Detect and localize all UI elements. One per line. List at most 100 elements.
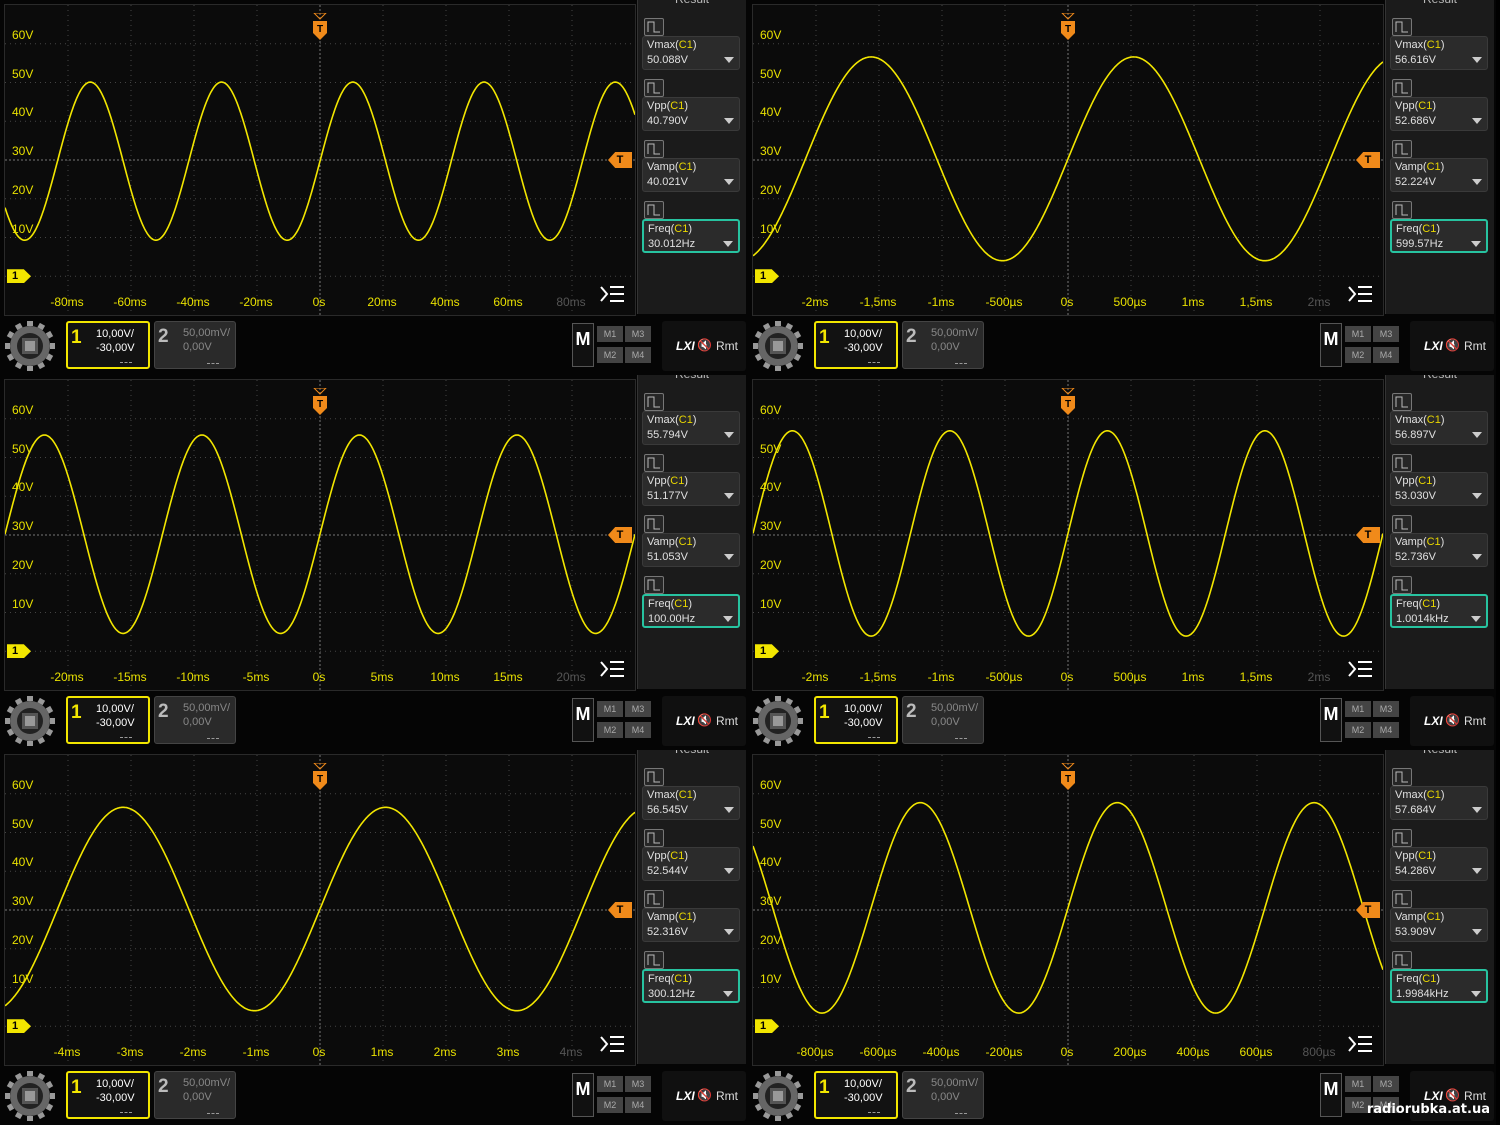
measurement-item-vmax[interactable]: Vmax(C1) 56.616V (1390, 16, 1488, 74)
math-button[interactable]: M (1320, 1073, 1342, 1117)
measurement-value-box[interactable]: Vpp(C1) 40.790V (642, 97, 740, 131)
trigger-position-marker[interactable]: T (312, 763, 328, 791)
measurement-item-freq[interactable]: Freq(C1) 300.12Hz (642, 949, 740, 1007)
math-m4-button[interactable]: M4 (625, 1097, 651, 1113)
math-m3-button[interactable]: M3 (625, 326, 651, 342)
menu-icon[interactable] (599, 658, 625, 680)
math-button[interactable]: M (1320, 698, 1342, 742)
waveform-grid[interactable]: 60V 50V 40V 30V 20V 10V -800µs -600µs -400µs -200… (752, 754, 1384, 1066)
chevron-down-icon[interactable] (724, 868, 734, 874)
measurement-value-box[interactable]: Vamp(C1) 52.736V (1390, 533, 1488, 567)
chevron-down-icon[interactable] (723, 991, 733, 997)
chevron-down-icon[interactable] (724, 929, 734, 935)
channel-2-button[interactable]: 2 50,00mV/0,00V (154, 321, 236, 369)
measurement-item-freq[interactable]: Freq(C1) 30.012Hz (642, 199, 740, 257)
measurement-item-freq[interactable]: Freq(C1) 1.9984kHz (1390, 949, 1488, 1007)
gear-icon[interactable] (2, 694, 58, 748)
math-m1-button[interactable]: M1 (597, 701, 623, 717)
measurement-item-vpp[interactable]: Vpp(C1) 54.286V (1390, 827, 1488, 885)
trigger-position-marker[interactable]: T (312, 13, 328, 41)
math-m4-button[interactable]: M4 (1373, 347, 1399, 363)
measurement-value-box[interactable]: Vamp(C1) 52.316V (642, 908, 740, 942)
chevron-down-icon[interactable] (1472, 432, 1482, 438)
speaker-muted-icon[interactable]: 🔇 (697, 1088, 712, 1102)
chevron-down-icon[interactable] (724, 493, 734, 499)
waveform-grid[interactable]: 60V 50V 40V 30V 20V 10V -4ms -3ms -2ms -1ms 0s 1ms 2… (4, 754, 636, 1066)
math-m2-button[interactable]: M2 (597, 347, 623, 363)
math-m3-button[interactable]: M3 (1373, 701, 1399, 717)
gear-icon[interactable] (750, 319, 806, 373)
measurement-item-vmax[interactable]: Vmax(C1) 55.794V (642, 391, 740, 449)
chevron-down-icon[interactable] (1472, 554, 1482, 560)
measurement-value-box[interactable]: Vpp(C1) 51.177V (642, 472, 740, 506)
measurement-value-box[interactable]: Vmax(C1) 56.616V (1390, 36, 1488, 70)
measurement-item-vamp[interactable]: Vamp(C1) 52.224V (1390, 138, 1488, 196)
chevron-down-icon[interactable] (724, 57, 734, 63)
channel-2-button[interactable]: 2 50,00mV/0,00V (154, 1071, 236, 1119)
measurement-value-box[interactable]: Vpp(C1) 52.686V (1390, 97, 1488, 131)
math-m1-button[interactable]: M1 (1345, 1076, 1371, 1092)
chevron-down-icon[interactable] (724, 118, 734, 124)
measurement-value-box[interactable]: Freq(C1) 30.012Hz (642, 219, 740, 253)
chevron-down-icon[interactable] (1472, 807, 1482, 813)
measurement-value-box[interactable]: Vpp(C1) 53.030V (1390, 472, 1488, 506)
measurement-value-box[interactable]: Vamp(C1) 52.224V (1390, 158, 1488, 192)
measurement-value-box[interactable]: Vmax(C1) 57.684V (1390, 786, 1488, 820)
waveform-grid[interactable]: 60V 50V 40V 30V 20V 10V -20ms -15ms -10ms -5ms 0s 5… (4, 379, 636, 691)
trigger-position-marker[interactable]: T (1060, 388, 1076, 416)
chevron-down-icon[interactable] (1471, 616, 1481, 622)
speaker-muted-icon[interactable]: 🔇 (697, 713, 712, 727)
channel-1-button[interactable]: 1 10,00V/ -30,00V (814, 321, 898, 369)
math-m4-button[interactable]: M4 (625, 722, 651, 738)
math-button[interactable]: M (572, 323, 594, 367)
measurement-item-vmax[interactable]: Vmax(C1) 56.545V (642, 766, 740, 824)
math-m2-button[interactable]: M2 (597, 1097, 623, 1113)
measurement-item-vpp[interactable]: Vpp(C1) 52.544V (642, 827, 740, 885)
math-button[interactable]: M (572, 698, 594, 742)
measurement-value-box[interactable]: Vmax(C1) 56.897V (1390, 411, 1488, 445)
menu-icon[interactable] (599, 283, 625, 305)
trigger-position-marker[interactable]: T (312, 388, 328, 416)
channel-2-button[interactable]: 2 50,00mV/0,00V (902, 321, 984, 369)
measurement-item-vamp[interactable]: Vamp(C1) 53.909V (1390, 888, 1488, 946)
chevron-down-icon[interactable] (1471, 241, 1481, 247)
channel-1-button[interactable]: 1 10,00V/ -30,00V (814, 1071, 898, 1119)
measurement-value-box[interactable]: Freq(C1) 1.9984kHz (1390, 969, 1488, 1003)
math-button[interactable]: M (1320, 323, 1342, 367)
math-m1-button[interactable]: M1 (1345, 701, 1371, 717)
measurement-value-box[interactable]: Vpp(C1) 52.544V (642, 847, 740, 881)
waveform-grid[interactable]: 60V 50V 40V 30V 20V 10V -2ms -1,5ms -1ms -500µs 0s… (752, 4, 1384, 316)
chevron-down-icon[interactable] (723, 241, 733, 247)
measurement-item-vamp[interactable]: Vamp(C1) 51.053V (642, 513, 740, 571)
measurement-item-vmax[interactable]: Vmax(C1) 57.684V (1390, 766, 1488, 824)
chevron-down-icon[interactable] (724, 432, 734, 438)
gear-icon[interactable] (2, 319, 58, 373)
channel-2-button[interactable]: 2 50,00mV/0,00V (902, 696, 984, 744)
measurement-item-vpp[interactable]: Vpp(C1) 53.030V (1390, 452, 1488, 510)
measurement-value-box[interactable]: Vamp(C1) 53.909V (1390, 908, 1488, 942)
measurement-value-box[interactable]: Vamp(C1) 40.021V (642, 158, 740, 192)
math-m1-button[interactable]: M1 (1345, 326, 1371, 342)
measurement-item-freq[interactable]: Freq(C1) 1.0014kHz (1390, 574, 1488, 632)
chevron-down-icon[interactable] (1472, 868, 1482, 874)
measurement-value-box[interactable]: Freq(C1) 300.12Hz (642, 969, 740, 1003)
measurement-item-vmax[interactable]: Vmax(C1) 56.897V (1390, 391, 1488, 449)
gear-icon[interactable] (750, 1069, 806, 1123)
gear-icon[interactable] (750, 694, 806, 748)
measurement-value-box[interactable]: Freq(C1) 1.0014kHz (1390, 594, 1488, 628)
math-button[interactable]: M (572, 1073, 594, 1117)
channel-1-button[interactable]: 1 10,00V/ -30,00V (66, 1071, 150, 1119)
chevron-down-icon[interactable] (724, 807, 734, 813)
math-m4-button[interactable]: M4 (625, 347, 651, 363)
menu-icon[interactable] (599, 1033, 625, 1055)
measurement-value-box[interactable]: Freq(C1) 100.00Hz (642, 594, 740, 628)
math-m1-button[interactable]: M1 (597, 326, 623, 342)
waveform-grid[interactable]: 60V 50V 40V 30V 20V 10V -2ms -1,5ms -1ms -500µs 0s… (752, 379, 1384, 691)
chevron-down-icon[interactable] (1472, 179, 1482, 185)
measurement-item-vmax[interactable]: Vmax(C1) 50.088V (642, 16, 740, 74)
chevron-down-icon[interactable] (1472, 118, 1482, 124)
math-m3-button[interactable]: M3 (1373, 1076, 1399, 1092)
math-m1-button[interactable]: M1 (597, 1076, 623, 1092)
measurement-value-box[interactable]: Vmax(C1) 55.794V (642, 411, 740, 445)
chevron-down-icon[interactable] (724, 179, 734, 185)
